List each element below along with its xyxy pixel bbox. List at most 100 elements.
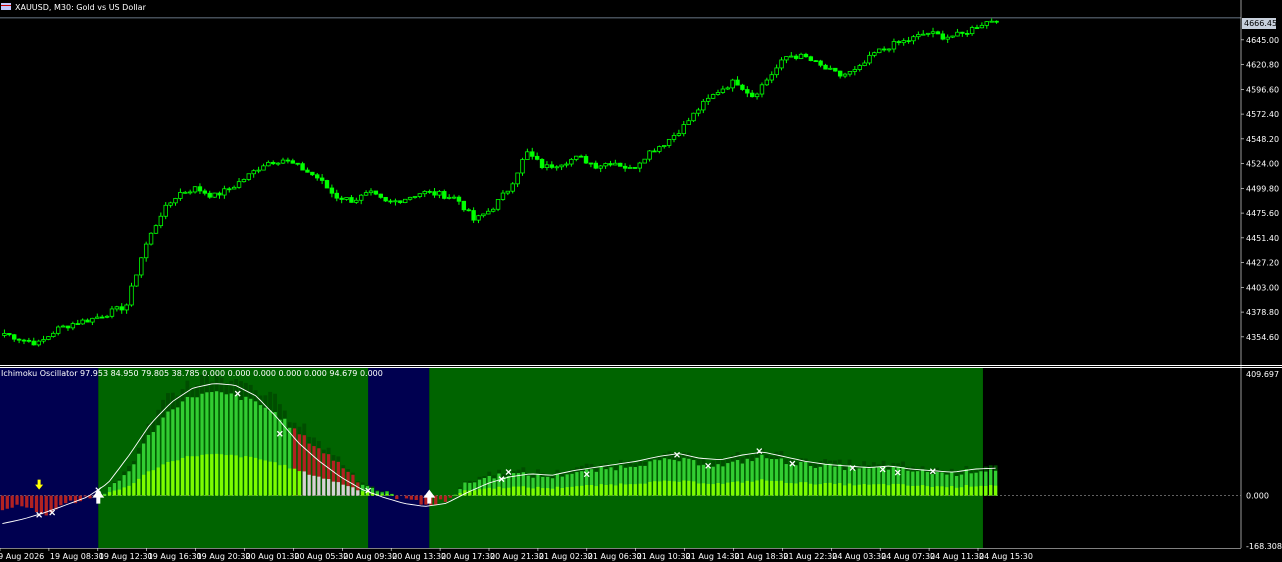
candle-body xyxy=(632,167,638,169)
histogram-bar-inner xyxy=(185,456,190,496)
candle-body xyxy=(417,193,423,197)
candle-body xyxy=(965,32,970,35)
candle-body xyxy=(862,62,867,66)
candle-body xyxy=(608,163,613,166)
blue-zone xyxy=(368,368,430,548)
time-tick-label: 19 Aug 20:30 xyxy=(197,552,251,561)
price-tick-label: 4451.40 xyxy=(1246,234,1279,243)
candle-body xyxy=(925,32,931,35)
candle-body xyxy=(578,155,584,158)
oscillator-panel[interactable]: 409.697 0.000 -168.308 Ichimoku Oscillator… xyxy=(0,368,1282,551)
histogram-bar-inner xyxy=(619,483,623,496)
histogram-bar-inner xyxy=(852,485,857,496)
histogram-bar xyxy=(409,495,414,500)
histogram-bar-inner xyxy=(769,480,774,496)
histogram-bar xyxy=(15,495,19,505)
candle-body xyxy=(349,197,354,203)
candle-body xyxy=(847,71,853,75)
candle-body xyxy=(662,145,667,147)
candle-body xyxy=(26,339,32,342)
candle-body xyxy=(241,179,247,183)
candle-body xyxy=(730,79,735,89)
candle-body xyxy=(192,186,198,193)
candle-body xyxy=(539,158,545,169)
candle-body xyxy=(842,73,848,77)
candle-body xyxy=(569,159,574,165)
histogram-bar-inner xyxy=(896,483,900,496)
candle-body xyxy=(652,150,657,153)
candle-body xyxy=(46,336,51,340)
price-tick-label: 4620.80 xyxy=(1246,61,1279,70)
candle-body xyxy=(598,165,603,169)
trading-chart[interactable]: 4645.00 4620.80 4596.60 4572.40 4548.20 4524.… xyxy=(0,0,1282,562)
candle-body xyxy=(549,164,555,168)
histogram-bar-inner xyxy=(331,481,336,496)
candle-body xyxy=(56,326,61,334)
histogram-bar xyxy=(59,495,63,506)
histogram-bar-inner xyxy=(628,484,633,496)
time-tick-label: 24 Aug 03:30 xyxy=(832,552,886,561)
candle-body xyxy=(236,181,242,188)
candle-body xyxy=(974,27,980,29)
histogram-bar-inner xyxy=(385,493,389,496)
histogram-bar-inner xyxy=(833,484,837,496)
candle-body xyxy=(275,162,281,165)
histogram-bar-inner xyxy=(760,479,764,496)
histogram-bar-inner xyxy=(672,481,676,496)
histogram-bar-inner xyxy=(361,491,365,496)
candle-body xyxy=(554,166,559,169)
price-tick-label: 4572.40 xyxy=(1246,110,1279,119)
candle-body xyxy=(520,159,525,174)
candle-body xyxy=(427,190,432,193)
histogram-bar-inner xyxy=(258,459,263,496)
candle-body xyxy=(51,332,56,337)
histogram-bar-inner xyxy=(872,484,876,496)
histogram-bar-inner xyxy=(180,457,185,496)
candle-body xyxy=(153,225,159,234)
histogram-bar-inner xyxy=(891,483,895,496)
histogram-bar-inner xyxy=(745,480,749,496)
histogram-bar xyxy=(34,495,39,513)
candle-body xyxy=(359,194,364,201)
histogram-bar-inner xyxy=(346,486,350,496)
histogram-bar-inner xyxy=(706,483,710,496)
histogram-bar-inner xyxy=(336,482,340,496)
green-zone xyxy=(429,368,983,548)
histogram-bar-inner xyxy=(633,484,637,496)
histogram-bar-inner xyxy=(925,486,930,496)
histogram-bar-inner xyxy=(877,484,881,496)
candle-body xyxy=(187,191,193,194)
candle-body xyxy=(432,191,437,196)
histogram-bar xyxy=(395,495,399,500)
candle-body xyxy=(696,109,701,114)
candle-body xyxy=(622,165,628,169)
histogram-bar-inner xyxy=(862,484,866,496)
time-tick-label: 21 Aug 02:30 xyxy=(539,552,593,561)
candle-body xyxy=(935,31,941,35)
candle-body xyxy=(769,74,774,81)
candle-body xyxy=(764,79,770,86)
time-tick-label: 19 Aug 16:30 xyxy=(148,552,202,561)
osc-tick-label: 0.000 xyxy=(1246,492,1269,501)
histogram-bar-inner xyxy=(984,485,988,496)
histogram-bar-inner xyxy=(103,494,107,496)
histogram-bar-inner xyxy=(662,480,667,496)
candle-body xyxy=(422,190,427,195)
histogram-bar-inner xyxy=(580,485,584,496)
candle-body xyxy=(256,169,261,172)
candle-body xyxy=(881,48,887,51)
candle-body xyxy=(280,159,286,164)
candle-body xyxy=(544,164,550,169)
candle-body xyxy=(666,138,672,146)
candle-body xyxy=(867,54,872,64)
chart-header: XAUUSD, M30: Gold vs US Dollar xyxy=(1,3,147,12)
time-tick-label: 20 Aug 05:30 xyxy=(294,552,348,561)
histogram-bar-inner xyxy=(380,494,384,496)
candle-body xyxy=(212,192,217,198)
histogram-bar-inner xyxy=(843,485,847,496)
histogram-bar-inner xyxy=(823,483,827,496)
candle-body xyxy=(207,192,212,198)
histogram-bar-inner xyxy=(979,485,983,496)
candle-body xyxy=(784,56,789,61)
histogram-bar-inner xyxy=(190,456,194,496)
